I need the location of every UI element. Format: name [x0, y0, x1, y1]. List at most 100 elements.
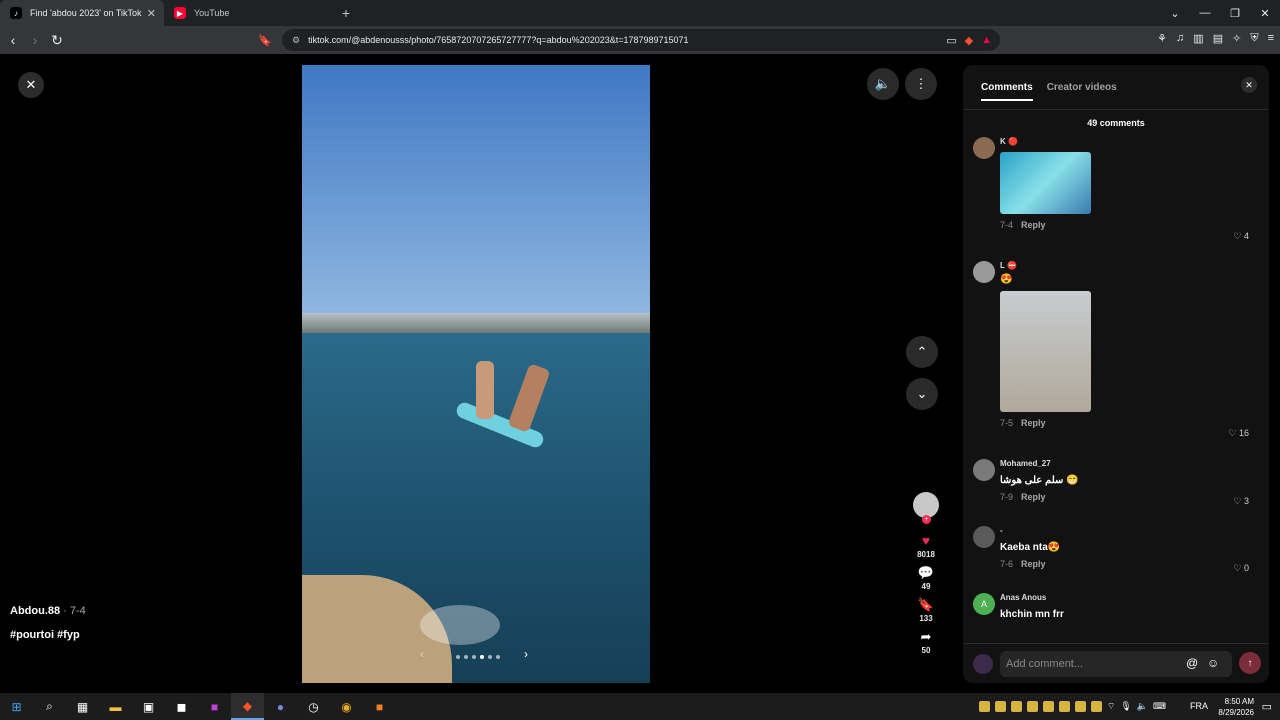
sidebar-icon[interactable]: ▥	[1193, 32, 1203, 45]
next-video-button[interactable]: ⌄	[906, 378, 938, 410]
reply-button[interactable]: Reply	[1021, 559, 1046, 569]
prev-photo-icon[interactable]: ‹	[420, 647, 424, 661]
follow-plus-icon[interactable]: +	[922, 515, 931, 524]
comment-photo-image[interactable]	[1000, 291, 1091, 412]
wifi-icon[interactable]: ⌔	[1107, 701, 1115, 712]
store-icon[interactable]: ▣	[132, 693, 165, 720]
volume-button[interactable]: 🔈	[867, 68, 899, 100]
language-indicator[interactable]: FRA	[1190, 701, 1208, 711]
tab-creator-videos[interactable]: Creator videos	[1047, 82, 1117, 101]
tray-app-icon[interactable]	[1058, 701, 1070, 712]
comment-username[interactable]: -	[1000, 526, 1259, 535]
author-name[interactable]: Abdou.88	[10, 605, 60, 617]
comment-username[interactable]: Anas Anous	[1000, 593, 1259, 602]
emoji-icon[interactable]: ☺	[1207, 656, 1219, 670]
forward-icon[interactable]: ›	[24, 32, 46, 48]
menu-icon[interactable]: ≡	[1268, 32, 1274, 45]
tray-app-icon[interactable]	[1010, 701, 1022, 712]
tab-youtube[interactable]: ▶ YouTube	[164, 0, 328, 26]
comment-username[interactable]: L ⛔	[1000, 261, 1259, 270]
tray-app-icon[interactable]	[1090, 701, 1102, 712]
keyboard-icon[interactable]: ⌨	[1153, 701, 1166, 712]
save-button[interactable]: 🔖 133	[918, 598, 934, 624]
more-options-button[interactable]: ⋮	[905, 68, 937, 100]
mention-icon[interactable]: @	[1186, 656, 1198, 670]
url-field[interactable]: ⚙ tiktok.com/@abdenousss/photo/765872070…	[282, 29, 1000, 51]
tray-app-icon[interactable]	[1026, 701, 1038, 712]
comment-username[interactable]: Mohamed_27	[1000, 459, 1259, 468]
page-dot[interactable]	[496, 655, 500, 659]
comment-like[interactable]: ♡ 4	[1233, 231, 1249, 242]
page-dot[interactable]	[472, 655, 476, 659]
reply-button[interactable]: Reply	[1021, 220, 1046, 230]
creator-avatar[interactable]: +	[913, 492, 939, 524]
discord-icon[interactable]: ●	[264, 693, 297, 720]
reply-button[interactable]: Reply	[1021, 418, 1046, 428]
tab-comments[interactable]: Comments	[981, 82, 1033, 101]
like-button[interactable]: ♥ 8018	[917, 534, 935, 560]
search-icon[interactable]: ⌕	[33, 693, 66, 720]
tab-search-icon[interactable]: ⌄	[1160, 0, 1190, 26]
avatar[interactable]	[973, 526, 995, 548]
avatar[interactable]	[973, 137, 995, 159]
minimize-button[interactable]: —	[1190, 0, 1220, 26]
hashtags[interactable]: #pourtoi #fyp	[10, 629, 86, 641]
back-icon[interactable]: ‹	[2, 32, 24, 48]
post-photo[interactable]: ‹ ›	[302, 65, 650, 683]
media-icon[interactable]: ♫	[1176, 32, 1184, 45]
tab-tiktok[interactable]: ♪ Find 'abdou 2023' on TikTok ✕	[0, 0, 164, 26]
tray-app-icon[interactable]	[994, 701, 1006, 712]
page-dot[interactable]	[480, 655, 484, 659]
next-photo-icon[interactable]: ›	[524, 647, 528, 661]
maximize-button[interactable]: ❐	[1220, 0, 1250, 26]
vpn-icon[interactable]: ⛨	[1250, 32, 1258, 45]
wallet-icon[interactable]: ▤	[1213, 32, 1223, 45]
comment-like[interactable]: ♡ 3	[1233, 496, 1249, 507]
task-view-icon[interactable]: ▦	[66, 693, 99, 720]
comment-username[interactable]: K 🔴	[1000, 137, 1259, 146]
send-button[interactable]: ↑	[1239, 652, 1261, 674]
brave-shield-icon[interactable]: ◆	[965, 34, 973, 47]
avatar[interactable]	[973, 261, 995, 283]
chrome-icon[interactable]: ◉	[330, 693, 363, 720]
comment-like[interactable]: ♡ 0	[1233, 563, 1249, 574]
taskbar-clock[interactable]: 8:50 AM 8/29/2026	[1218, 696, 1254, 718]
leo-ai-icon[interactable]: ✧	[1232, 32, 1241, 45]
extensions-icon[interactable]: ⚘	[1157, 32, 1167, 45]
page-dot[interactable]	[488, 655, 492, 659]
close-panel-button[interactable]: ✕	[1241, 77, 1257, 93]
avatar[interactable]: A	[973, 593, 995, 615]
epic-games-icon[interactable]: ◼	[165, 693, 198, 720]
new-tab-button[interactable]: +	[332, 0, 360, 26]
share-button[interactable]: ➦ 50	[921, 630, 932, 656]
speaker-icon[interactable]: 🔈	[1137, 701, 1148, 712]
site-info-icon[interactable]: ⚙	[292, 35, 300, 46]
rewards-icon[interactable]: ▲	[981, 34, 992, 47]
start-icon[interactable]: ⊞	[0, 693, 33, 720]
file-explorer-icon[interactable]: ▬	[99, 693, 132, 720]
app-orange-icon[interactable]: ■	[363, 693, 396, 720]
app-clock-icon[interactable]: ◷	[297, 693, 330, 720]
comment-sticker-image[interactable]	[1000, 152, 1091, 214]
notification-icon[interactable]: ▭	[1262, 700, 1272, 713]
brave-browser-icon[interactable]: ◆	[231, 693, 264, 720]
reply-button[interactable]: Reply	[1021, 492, 1046, 502]
page-dot[interactable]	[464, 655, 468, 659]
close-window-button[interactable]: ✕	[1250, 0, 1280, 26]
cast-icon[interactable]: ▭	[946, 34, 956, 47]
comment-button[interactable]: 💬 49	[918, 566, 934, 592]
tray-app-icon[interactable]	[1074, 701, 1086, 712]
bookmark-icon[interactable]: 🔖	[254, 34, 276, 47]
tray-app-icon[interactable]	[1042, 701, 1054, 712]
page-dot[interactable]	[456, 655, 460, 659]
comment-like[interactable]: ♡ 16	[1228, 428, 1249, 439]
photo-sky	[302, 65, 650, 313]
close-viewer-button[interactable]: ✕	[18, 72, 44, 98]
app-purple-icon[interactable]: ■	[198, 693, 231, 720]
reload-icon[interactable]: ↻	[46, 32, 68, 49]
previous-video-button[interactable]: ⌃	[906, 336, 938, 368]
microphone-icon[interactable]: 🎙	[1120, 701, 1131, 712]
close-tab-icon[interactable]: ✕	[147, 7, 156, 20]
avatar[interactable]	[973, 459, 995, 481]
tray-app-icon[interactable]	[978, 701, 990, 712]
